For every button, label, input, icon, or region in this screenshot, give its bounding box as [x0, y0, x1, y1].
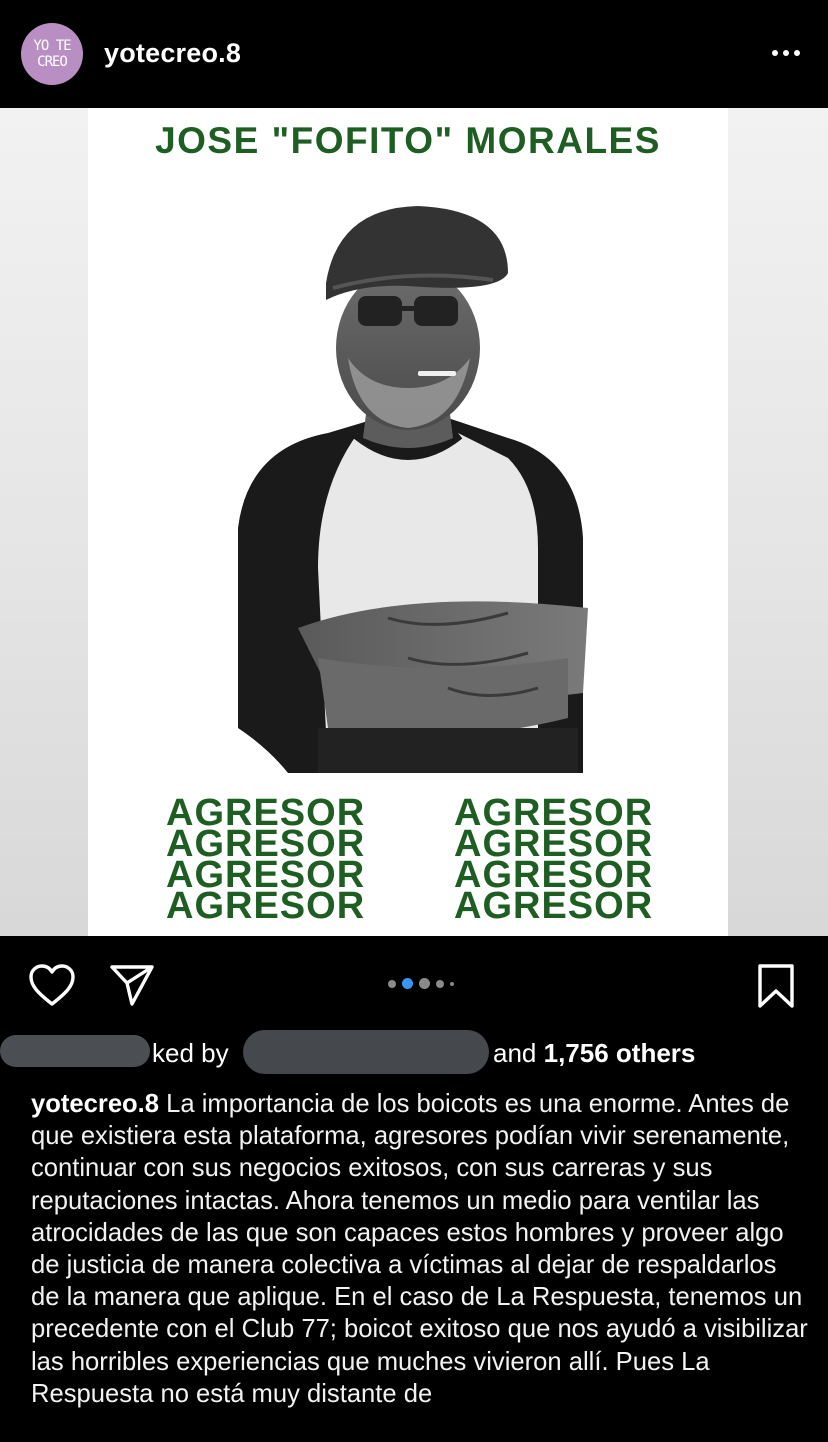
avatar[interactable]: YO TE CREO: [21, 23, 83, 85]
carousel-dot: [419, 978, 430, 989]
caption: yotecreo.8 La importancia de los boicots…: [31, 1088, 811, 1410]
carousel-dot: [388, 979, 396, 988]
caption-username[interactable]: yotecreo.8: [31, 1090, 159, 1118]
redacted-avatars: [0, 1035, 150, 1067]
carousel-dot: [436, 979, 444, 988]
likes-row[interactable]: ked by and 1,756 others: [0, 1030, 828, 1076]
agresor-text: AGRESOR: [454, 885, 654, 927]
avatar-text-line2: CREO: [37, 54, 68, 70]
agresor-text: AGRESOR: [166, 885, 366, 927]
post-header: YO TE CREO yotecreo.8: [0, 0, 828, 108]
bookmark-icon[interactable]: [756, 963, 796, 1009]
more-horizontal-icon[interactable]: [772, 50, 800, 56]
post-image[interactable]: JOSE "FOFITO" MORALES AGRESOR AGRESOR AG…: [0, 108, 828, 936]
likes-count[interactable]: 1,756 others: [544, 1038, 696, 1068]
agresor-list-right: AGRESOR AGRESOR AGRESOR AGRESOR: [454, 794, 684, 927]
carousel-dot: [450, 981, 454, 986]
likes-summary[interactable]: and 1,756 others: [493, 1038, 695, 1069]
caption-text: La importancia de los boicots es una eno…: [31, 1090, 808, 1408]
poster-title: JOSE "FOFITO" MORALES: [155, 120, 661, 161]
agresor-list-left: AGRESOR AGRESOR AGRESOR AGRESOR: [166, 794, 396, 927]
liked-by-text: ked by: [152, 1038, 229, 1068]
username-link[interactable]: yotecreo.8: [104, 38, 241, 69]
avatar-text-line1: YO TE: [33, 38, 71, 54]
redacted-username: [243, 1030, 489, 1074]
carousel-dot-active: [402, 978, 413, 989]
send-icon[interactable]: [108, 963, 156, 1007]
carousel-indicator: [388, 978, 454, 989]
and-text: and: [493, 1038, 537, 1068]
poster: JOSE "FOFITO" MORALES AGRESOR AGRESOR AG…: [88, 108, 728, 936]
person-photo: [238, 206, 588, 773]
heart-icon[interactable]: [28, 963, 76, 1007]
